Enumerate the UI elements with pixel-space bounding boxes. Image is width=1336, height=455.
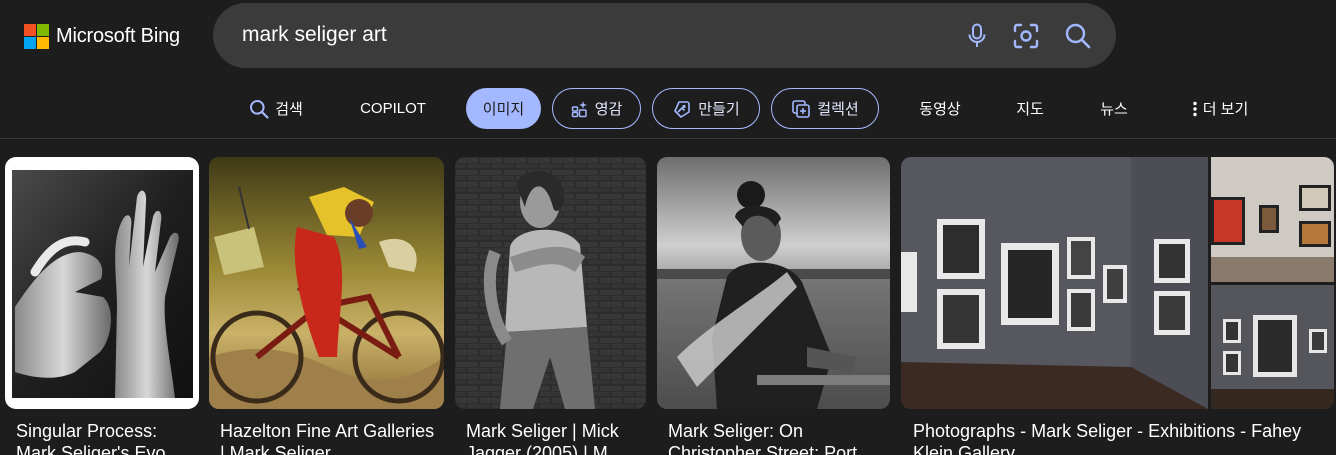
- bing-logo[interactable]: Microsoft Bing: [24, 23, 180, 49]
- image-result[interactable]: Mark Seliger: On Christopher Street: Por…: [657, 157, 890, 455]
- result-caption[interactable]: Mark Seliger: On Christopher Street: Por…: [668, 420, 888, 455]
- result-caption[interactable]: Singular Process: Mark Seliger's Evo…: [16, 420, 196, 455]
- tab-label: COPILOT: [360, 100, 426, 117]
- image-result[interactable]: Singular Process: Mark Seliger's Evo…: [5, 157, 199, 455]
- microphone-icon[interactable]: [960, 19, 994, 53]
- tab-label: 동영상: [919, 101, 961, 118]
- tab-label: 더 보기: [1202, 101, 1249, 118]
- search-icon: [249, 99, 269, 119]
- tab-label: 컬렉션: [817, 101, 859, 118]
- gallery-thumb-2: [1211, 285, 1334, 409]
- search-icon[interactable]: [1061, 19, 1095, 53]
- gallery-main-image: [901, 157, 1208, 409]
- search-bar: [213, 3, 1116, 68]
- search-scope-tabs: 검색 COPILOT 이미지 영감 만들기 컬렉션 동영상 지도 뉴스 더 보기: [0, 88, 1336, 130]
- tab-more[interactable]: 더 보기: [1180, 88, 1260, 129]
- microsoft-logo-icon: [24, 23, 49, 49]
- visual-search-icon[interactable]: [1009, 19, 1043, 53]
- tab-label: 뉴스: [1100, 101, 1128, 118]
- result-thumbnail[interactable]: [657, 157, 890, 409]
- result-thumbnail[interactable]: [209, 157, 444, 409]
- tab-inspiration[interactable]: 영감: [552, 88, 641, 129]
- tab-create[interactable]: 만들기: [652, 88, 760, 129]
- result-caption[interactable]: Mark Seliger | Mick Jagger (2005) | M…: [466, 420, 644, 455]
- tab-maps[interactable]: 지도: [1005, 88, 1055, 129]
- result-thumbnail[interactable]: [901, 157, 1334, 409]
- image-result[interactable]: Hazelton Fine Art Galleries | Mark Selig…: [209, 157, 444, 455]
- tab-label: 영감: [594, 101, 623, 118]
- gallery-thumb-1: [1211, 157, 1334, 282]
- tab-label: 검색: [275, 101, 303, 118]
- search-input[interactable]: [242, 20, 922, 50]
- sparkle-grid-icon: [571, 100, 589, 118]
- result-thumbnail[interactable]: [455, 157, 646, 409]
- more-vertical-icon: [1192, 101, 1198, 117]
- tab-news[interactable]: 뉴스: [1088, 88, 1140, 129]
- result-caption[interactable]: Photographs - Mark Seliger - Exhibitions…: [913, 420, 1333, 455]
- tab-copilot[interactable]: COPILOT: [348, 88, 438, 129]
- result-thumbnail[interactable]: [5, 157, 199, 409]
- tab-images[interactable]: 이미지: [466, 88, 541, 129]
- brand-name: Microsoft Bing: [56, 24, 180, 47]
- tab-label: 만들기: [698, 101, 740, 118]
- image-result[interactable]: Photographs - Mark Seliger - Exhibitions…: [901, 157, 1334, 455]
- bing-image-search-page: Microsoft Bing 검색 COPILOT 이미지: [0, 0, 1336, 455]
- tab-search[interactable]: 검색: [240, 88, 312, 129]
- image-create-icon: [672, 99, 692, 119]
- result-caption[interactable]: Hazelton Fine Art Galleries | Mark Selig…: [220, 420, 440, 455]
- header-divider: [0, 138, 1336, 139]
- image-result[interactable]: Mark Seliger | Mick Jagger (2005) | M…: [455, 157, 646, 455]
- collection-add-icon: [791, 99, 811, 119]
- tab-videos[interactable]: 동영상: [906, 88, 974, 129]
- tab-label: 이미지: [482, 101, 525, 118]
- tab-collections[interactable]: 컬렉션: [771, 88, 879, 129]
- tab-label: 지도: [1016, 101, 1044, 118]
